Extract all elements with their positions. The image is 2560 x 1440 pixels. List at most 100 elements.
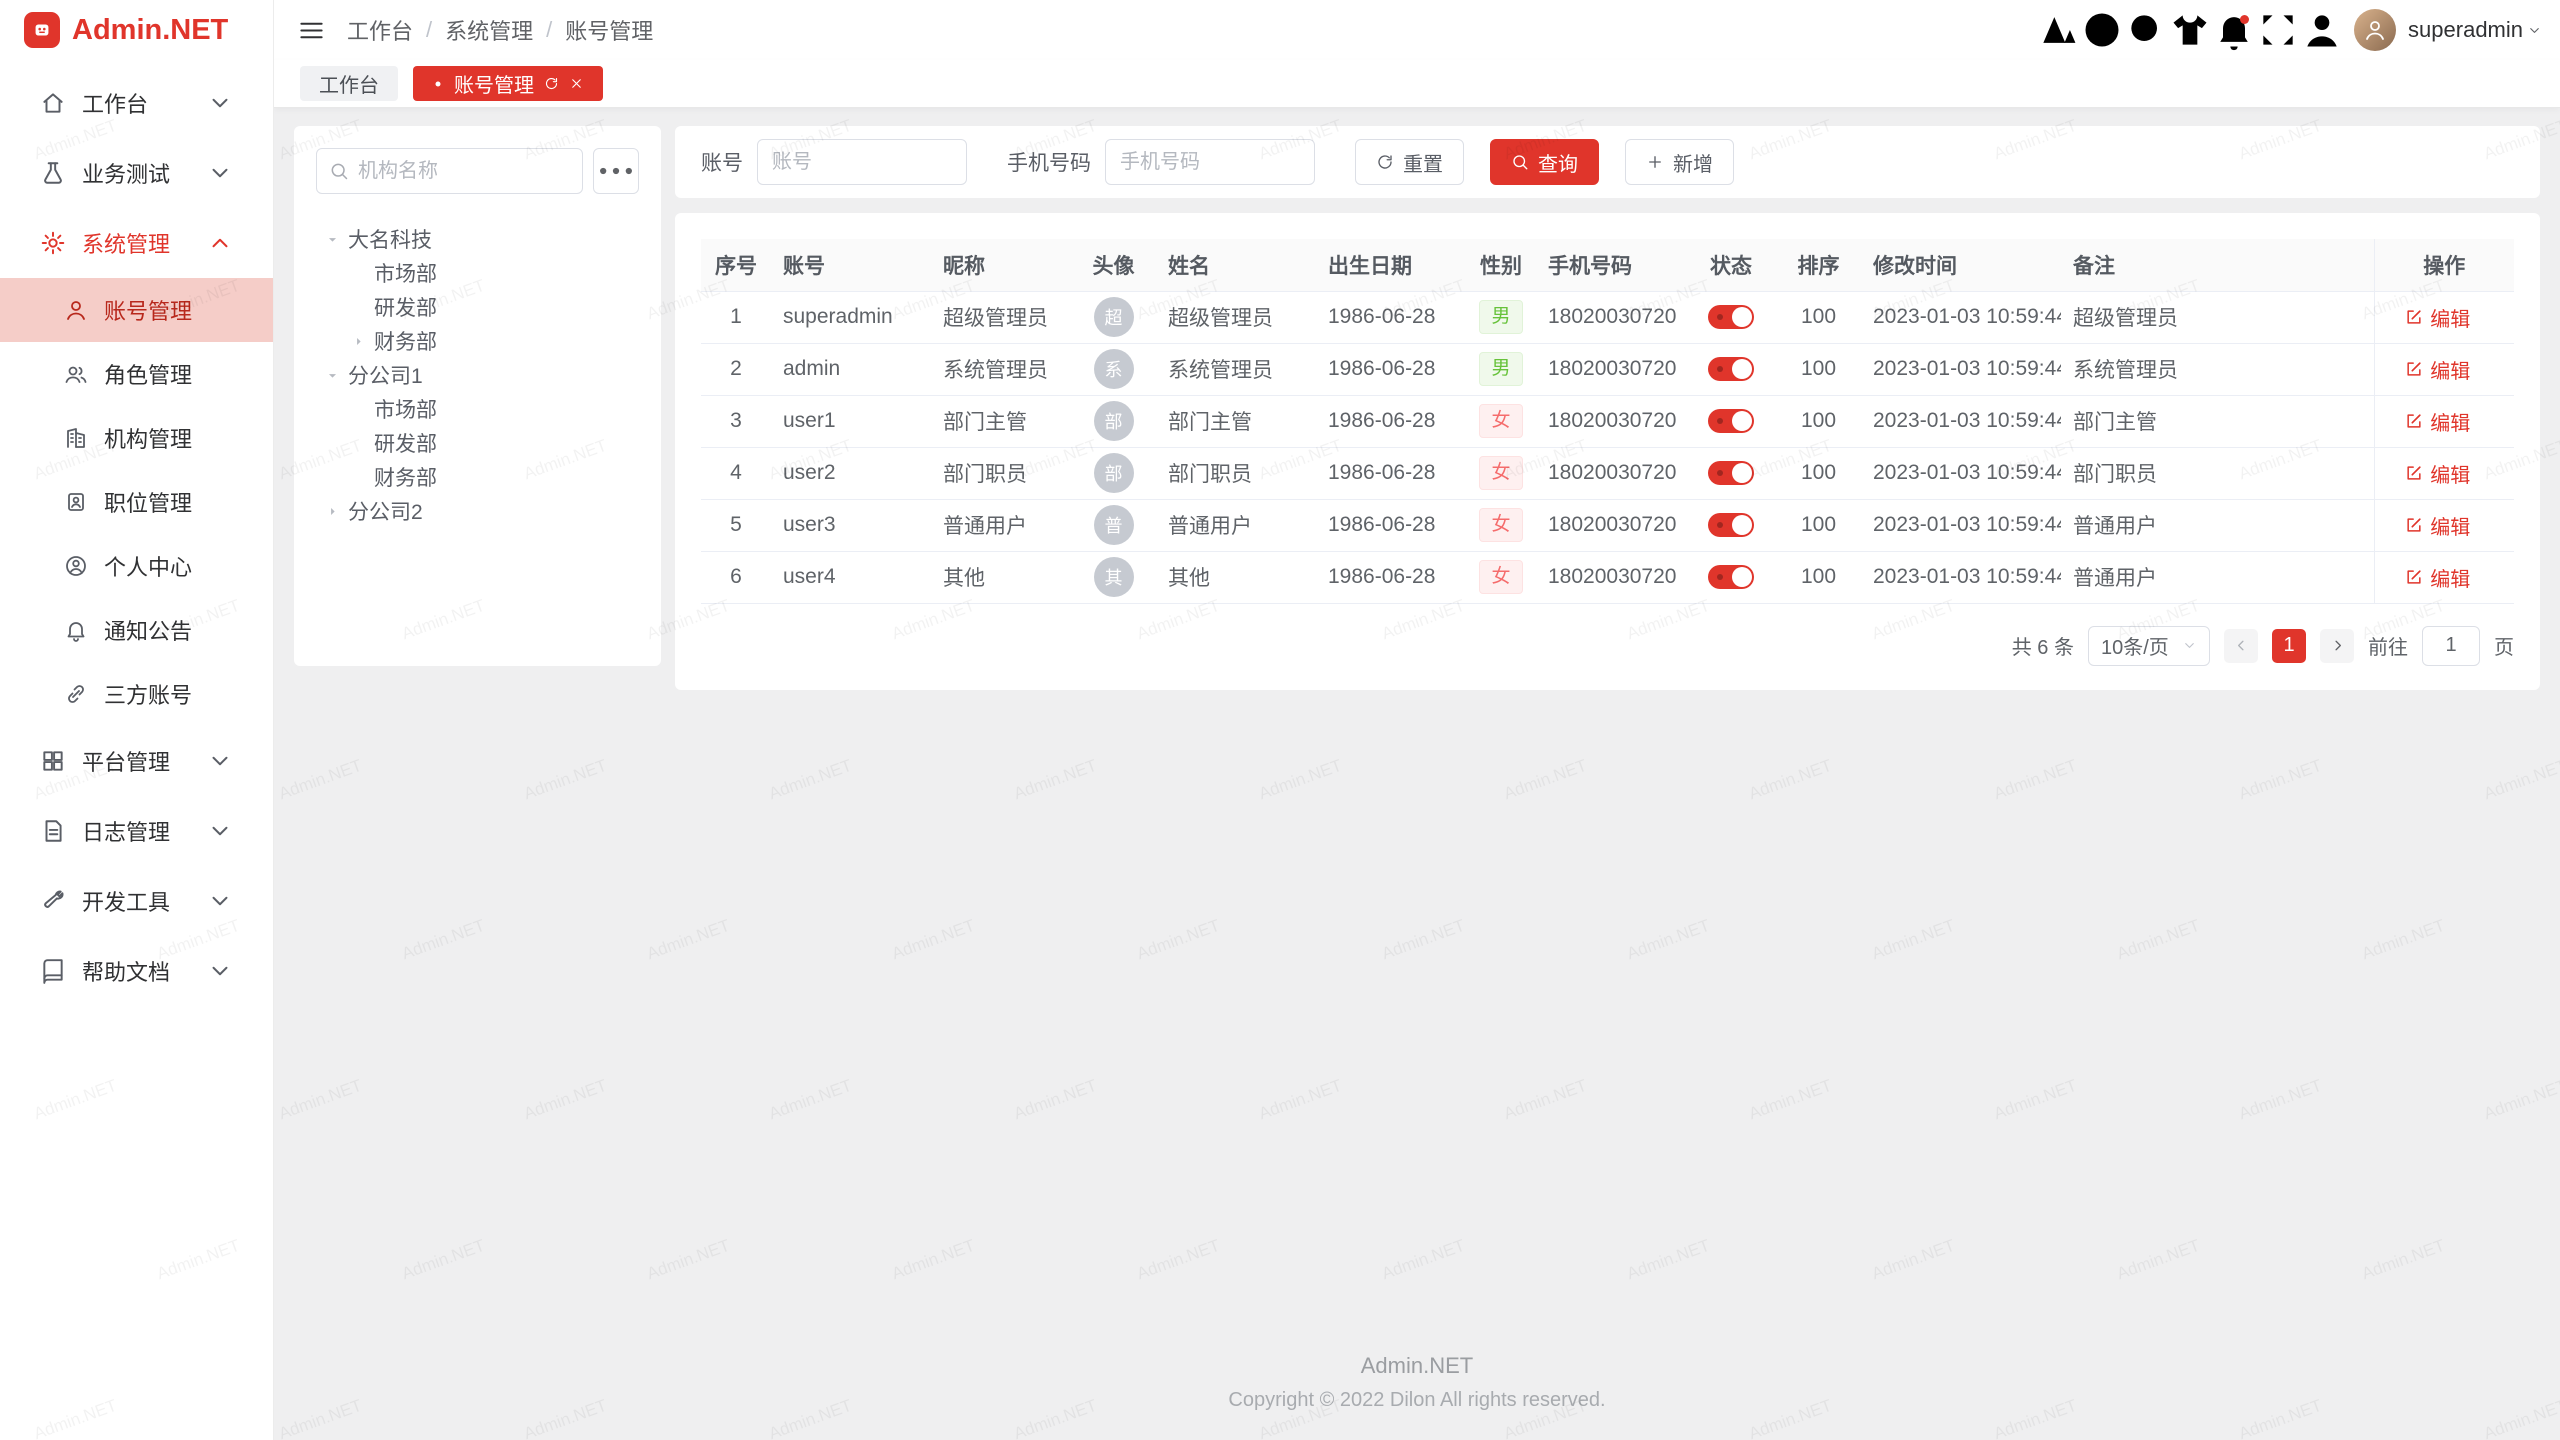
status-toggle[interactable] [1708,513,1754,537]
org-search-input[interactable] [358,160,570,183]
status-toggle[interactable] [1708,461,1754,485]
tree-node[interactable]: 大名科技 [316,222,639,256]
sidebar-item-1[interactable]: 业务测试 [0,138,273,208]
sidebar-item-0[interactable]: 工作台 [0,68,273,138]
goto-page-input[interactable] [2422,626,2480,666]
sidebar-item-4[interactable]: 日志管理 [0,796,273,866]
search-button[interactable]: 查询 [1490,139,1599,185]
username[interactable]: superadmin [2408,17,2523,43]
app-root: Admin.NET 工作台业务测试系统管理账号管理角色管理机构管理职位管理个人中… [0,0,2560,1440]
sidebar-subitem-2-1[interactable]: 角色管理 [0,342,273,406]
breadcrumb-item[interactable]: 工作台 [347,14,413,46]
edit-icon [2404,515,2424,535]
tree-node[interactable]: 财务部 [316,324,639,358]
breadcrumb-item[interactable]: 系统管理 [445,14,533,46]
chevron-down-icon [207,160,233,186]
caret-down-icon [324,367,341,384]
footer-copyright: Copyright © 2022 Dilon All rights reserv… [274,1389,2560,1412]
avatar: 超 [1094,297,1134,337]
table-row: 4user2部门职员部部门职员1986-06-28女18020030720100… [701,447,2514,499]
breadcrumb: 工作台 / 系统管理 / 账号管理 [347,14,653,46]
sidebar-subitem-2-2[interactable]: 机构管理 [0,406,273,470]
edit-button[interactable]: 编辑 [2404,407,2470,436]
refresh-tab-icon[interactable] [544,76,559,91]
fullscreen-icon[interactable] [2256,0,2300,60]
sidebar-subitem-2-4[interactable]: 个人中心 [0,534,273,598]
sidebar-item-6[interactable]: 帮助文档 [0,936,273,1006]
sidebar-item-3[interactable]: 平台管理 [0,726,273,796]
table-column-header: 序号 [701,239,771,291]
tree-node[interactable]: 市场部 [316,256,639,290]
account-filter-input[interactable] [772,151,952,174]
edit-icon [2404,411,2424,431]
edit-icon [2404,567,2424,587]
users-icon [64,362,88,386]
edit-button[interactable]: 编辑 [2404,511,2470,540]
logo: Admin.NET [0,0,273,60]
user-icon[interactable] [2300,0,2344,60]
font-size-icon[interactable] [2036,0,2080,60]
sidebar-subitem-2-6[interactable]: 三方账号 [0,662,273,726]
tree-node[interactable]: 分公司2 [316,494,639,528]
building-icon [64,426,88,450]
status-toggle[interactable] [1708,565,1754,589]
search-icon[interactable] [2124,0,2168,60]
edit-button[interactable]: 编辑 [2404,459,2470,488]
avatar: 普 [1094,505,1134,545]
tree-node[interactable]: 分公司1 [316,358,639,392]
phone-filter-input[interactable] [1120,151,1300,174]
status-toggle[interactable] [1708,409,1754,433]
sidebar-subitem-2-0[interactable]: 账号管理 [0,278,273,342]
table-row: 5user3普通用户普普通用户1986-06-28女18020030720100… [701,499,2514,551]
edit-icon [2404,463,2424,483]
table-row: 2admin系统管理员系系统管理员1986-06-28男180200307201… [701,343,2514,395]
person-circle-icon [64,554,88,578]
pagination-total: 共 6 条 [2012,631,2074,660]
menu-toggle-icon[interactable] [298,17,325,44]
avatar: 系 [1094,349,1134,389]
tree-node[interactable]: 市场部 [316,392,639,426]
phone-filter-label: 手机号码 [1007,147,1091,177]
prev-page-button[interactable] [2224,629,2258,663]
org-more-button[interactable] [593,148,639,194]
edit-button[interactable]: 编辑 [2404,355,2470,384]
breadcrumb-separator: / [426,17,432,43]
avatar: 其 [1094,557,1134,597]
sidebar-item-2[interactable]: 系统管理 [0,208,273,278]
theme-icon[interactable] [2168,0,2212,60]
book-icon [40,958,66,984]
close-tab-icon[interactable] [569,76,584,91]
table-column-header: 姓名 [1156,239,1316,291]
status-toggle[interactable] [1708,305,1754,329]
next-page-button[interactable] [2320,629,2354,663]
add-button[interactable]: 新增 [1625,139,1734,185]
tab-account-management[interactable]: 账号管理 [413,66,603,101]
table-column-header: 排序 [1776,239,1861,291]
table-column-header: 账号 [771,239,931,291]
reset-button[interactable]: 重置 [1355,139,1464,185]
page-unit-label: 页 [2494,631,2514,660]
status-toggle[interactable] [1708,357,1754,381]
edit-button[interactable]: 编辑 [2404,563,2470,592]
sidebar-subitem-2-3[interactable]: 职位管理 [0,470,273,534]
tree-node[interactable]: 财务部 [316,460,639,494]
edit-button[interactable]: 编辑 [2404,303,2470,332]
tab-workbench[interactable]: 工作台 [300,66,398,101]
sidebar-item-5[interactable]: 开发工具 [0,866,273,936]
tree-node[interactable]: 研发部 [316,426,639,460]
org-search-row [316,148,639,194]
page-number-button[interactable]: 1 [2272,629,2306,663]
page-size-select[interactable]: 10条/页 [2088,626,2210,666]
avatar[interactable] [2354,9,2396,51]
tools-icon [40,888,66,914]
tree-node[interactable]: 研发部 [316,290,639,324]
breadcrumb-item[interactable]: 账号管理 [565,14,653,46]
avatar: 部 [1094,453,1134,493]
globe-icon[interactable] [2080,0,2124,60]
caret-right-icon [350,333,367,350]
gender-badge: 男 [1479,352,1522,386]
chevron-down-icon[interactable] [2527,23,2542,38]
sidebar-subitem-2-5[interactable]: 通知公告 [0,598,273,662]
notification-bell-icon[interactable] [2212,0,2256,60]
table-column-header: 修改时间 [1861,239,2061,291]
